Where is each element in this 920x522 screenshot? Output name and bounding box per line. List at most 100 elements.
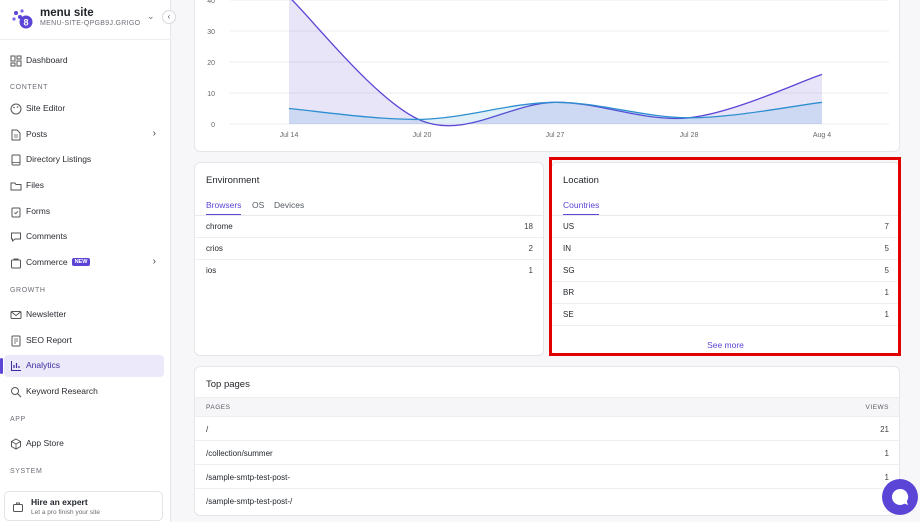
bag-icon	[11, 258, 21, 269]
top-pages-card: Top pages PAGES VIEWS / 21 /collection/su…	[194, 366, 900, 516]
sidebar-item-label: Newsletter	[26, 309, 67, 319]
row-label: US	[563, 222, 575, 231]
commerce-label: Commerce	[26, 257, 68, 267]
page-views: 1	[884, 449, 889, 458]
y-tick-label: 20	[207, 60, 215, 67]
sidebar-item-label: Forms	[26, 206, 51, 216]
visitors-chart: 40 30 20 10 0 Jul 14 Jul 20 Jul 27 Jul 28 Aug 4	[207, 0, 889, 139]
clipboard-icon	[11, 207, 21, 218]
table-row: SG 5	[552, 260, 899, 282]
y-tick-label: 0	[211, 122, 215, 129]
comment-icon	[11, 232, 21, 243]
x-tick-label: Aug 4	[813, 132, 831, 139]
chevron-down-icon: ⌄	[147, 11, 155, 21]
sidebar-item-posts[interactable]: Posts ›	[4, 124, 164, 146]
site-name: menu site	[40, 7, 94, 19]
table-row[interactable]: /sample-smtp-test-post- 1	[195, 465, 899, 489]
page-views: 1	[884, 473, 889, 482]
x-tick-label: Jul 14	[280, 132, 299, 139]
sidebar-item-label: Dashboard	[26, 55, 68, 65]
collapse-sidebar-button[interactable]: ‹	[162, 10, 176, 24]
row-label: ios	[206, 266, 217, 275]
tab-devices[interactable]: Devices	[274, 200, 304, 210]
box-icon	[11, 438, 21, 450]
site-subdomain: MENU-SITE-QPGB9J.GRIGOR...	[40, 20, 140, 27]
see-more-link[interactable]: See more	[552, 340, 899, 350]
y-tick-label: 30	[207, 29, 215, 36]
row-label: chrome	[206, 222, 233, 231]
x-tick-label: Jul 28	[680, 132, 699, 139]
chat-button[interactable]	[882, 479, 918, 515]
sidebar-item-analytics[interactable]: Analytics	[0, 355, 164, 377]
tab-countries[interactable]: Countries	[563, 200, 600, 216]
briefcase-icon	[13, 502, 23, 512]
table-row: US 7	[552, 216, 899, 238]
header-views: VIEWS	[865, 404, 889, 411]
environment-title: Environment	[206, 175, 260, 186]
mail-icon	[10, 311, 22, 319]
sidebar-item-label: Commerce NEW	[26, 257, 91, 267]
sidebar-item-newsletter[interactable]: Newsletter	[4, 304, 164, 326]
x-tick-label: Jul 20	[413, 132, 432, 139]
table-row[interactable]: /sample-smtp-test-post-/1	[195, 489, 899, 513]
page-path: /collection/summer	[206, 449, 273, 458]
tab-browsers[interactable]: Browsers	[206, 200, 242, 216]
page-path: /sample-smtp-test-post-/	[206, 497, 293, 506]
sidebar-item-commerce[interactable]: Commerce NEW ›	[4, 252, 164, 274]
book-icon	[11, 154, 21, 166]
search-icon	[11, 387, 22, 398]
y-tick-label: 40	[207, 0, 215, 5]
sidebar-item-label: Directory Listings	[26, 154, 92, 164]
sidebar-item-keyword-research[interactable]: Keyword Research	[4, 381, 164, 403]
section-label-app: APP	[10, 416, 26, 423]
sidebar-item-label: Site Editor	[26, 103, 66, 113]
hire-expert-card[interactable]: Hire an expert Let a pro finish your sit…	[4, 491, 163, 521]
new-badge: NEW	[71, 257, 91, 266]
svg-text:8: 8	[23, 18, 28, 28]
table-row: ios 1	[195, 260, 543, 282]
expert-subtitle: Let a pro finish your site	[31, 509, 101, 516]
sidebar-item-label: Posts	[26, 129, 48, 139]
sidebar-item-dashboard[interactable]: Dashboard	[4, 50, 164, 72]
row-value: 5	[884, 266, 889, 275]
sidebar-item-directory-listings[interactable]: Directory Listings	[4, 149, 164, 171]
chart-icon	[11, 361, 21, 371]
sidebar-item-files[interactable]: Files	[4, 175, 164, 197]
tab-os[interactable]: OS	[252, 200, 264, 210]
section-label-growth: GROWTH	[10, 287, 46, 294]
sidebar-item-label: Comments	[26, 231, 68, 241]
chat-bubble-icon	[891, 488, 909, 505]
expert-title: Hire an expert	[31, 497, 88, 507]
sidebar-item-comments[interactable]: Comments	[4, 226, 164, 248]
site-logo-icon: 8	[12, 9, 33, 29]
table-row[interactable]: /collection/summer 1	[195, 441, 899, 465]
row-value: 18	[524, 222, 533, 231]
row-value: 1	[884, 288, 889, 297]
section-label-content: CONTENT	[10, 84, 49, 91]
sidebar-item-site-editor[interactable]: Site Editor	[4, 98, 164, 120]
row-value: 5	[884, 244, 889, 253]
row-value: 1	[884, 310, 889, 319]
table-row[interactable]: / 21	[195, 417, 899, 441]
table-row: chrome 18	[195, 216, 543, 238]
location-card: Location Countries US 7 IN 5 SG 5 BR 1 SE 1 S…	[551, 162, 900, 356]
site-switcher[interactable]: 8 menu site MENU-SITE-QPGB9J.GRIGOR... ⌄	[0, 0, 171, 40]
top-pages-title: Top pages	[206, 379, 250, 390]
page-views: 21	[880, 425, 889, 434]
sidebar-item-label: SEO Report	[26, 335, 72, 345]
sidebar-item-seo-report[interactable]: SEO Report	[4, 330, 164, 352]
sidebar-item-label: Analytics	[26, 360, 61, 370]
visitors-chart-card: 40 30 20 10 0 Jul 14 Jul 20 Jul 27 Jul 28 Aug 4	[194, 0, 900, 152]
page-path: /	[206, 425, 209, 434]
row-value: 7	[884, 222, 889, 231]
table-row: SE 1	[552, 304, 899, 326]
row-label: BR	[563, 288, 575, 297]
sidebar-item-app-store[interactable]: App Store	[4, 433, 164, 455]
location-title: Location	[563, 175, 599, 186]
table-row: crios 2	[195, 238, 543, 260]
sidebar-item-label: Files	[26, 180, 44, 190]
chevron-right-icon: ›	[152, 256, 156, 267]
table-row: BR 1	[552, 282, 899, 304]
chevron-right-icon: ›	[152, 128, 156, 139]
sidebar-item-forms[interactable]: Forms	[4, 201, 164, 223]
